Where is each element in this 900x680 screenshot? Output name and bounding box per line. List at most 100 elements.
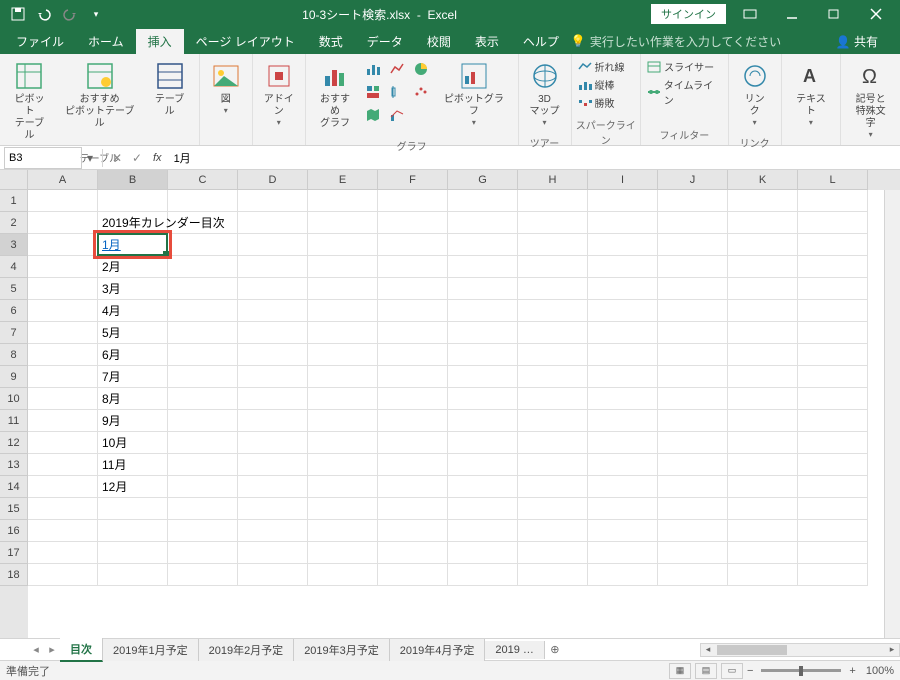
vertical-scrollbar[interactable] — [884, 190, 900, 638]
cell-b14[interactable]: 12月 — [98, 476, 168, 498]
sheet-tab[interactable]: 2019年3月予定 — [294, 639, 390, 661]
row-header[interactable]: 7 — [0, 322, 28, 344]
timeline-button[interactable]: タイムライン — [647, 76, 722, 108]
column-header[interactable]: E — [308, 170, 378, 190]
row-header[interactable]: 9 — [0, 366, 28, 388]
fx-icon[interactable]: fx — [147, 152, 168, 164]
slicer-button[interactable]: スライサー — [647, 58, 722, 75]
tab-help[interactable]: ヘルプ — [511, 29, 571, 54]
column-header[interactable]: L — [798, 170, 868, 190]
row-header[interactable]: 11 — [0, 410, 28, 432]
minimize-icon[interactable] — [774, 0, 810, 28]
tab-data[interactable]: データ — [355, 29, 415, 54]
pivot-table-button[interactable]: ピボット テーブル — [6, 58, 53, 144]
cell-b5[interactable]: 3月 — [98, 278, 168, 300]
view-pagebreak-icon[interactable]: ▭ — [721, 663, 743, 679]
tell-me-search[interactable]: 💡 実行したい作業を入力してください — [571, 33, 781, 50]
row-header[interactable]: 3 — [0, 234, 28, 256]
signin-button[interactable]: サインイン — [651, 4, 726, 24]
sparkline-column-button[interactable]: 縦棒 — [578, 76, 625, 93]
add-sheet-icon[interactable]: ⊕ — [545, 643, 565, 656]
symbols-button[interactable]: Ω 記号と 特殊文字 ▾ — [847, 58, 894, 141]
sheet-tab[interactable]: 2019 … — [485, 641, 545, 659]
column-header[interactable]: G — [448, 170, 518, 190]
statistic-chart-icon[interactable] — [386, 81, 408, 103]
column-header[interactable]: B — [98, 170, 168, 190]
row-header[interactable]: 4 — [0, 256, 28, 278]
zoom-slider[interactable] — [761, 669, 841, 672]
undo-icon[interactable] — [32, 2, 56, 26]
column-header[interactable]: F — [378, 170, 448, 190]
row-header[interactable]: 8 — [0, 344, 28, 366]
name-box-dropdown-icon[interactable]: ▾ — [82, 151, 98, 165]
sheet-tab[interactable]: 2019年1月予定 — [103, 639, 199, 661]
redo-icon[interactable] — [58, 2, 82, 26]
tab-file[interactable]: ファイル — [4, 29, 76, 54]
hierarchy-chart-icon[interactable] — [362, 81, 384, 103]
3d-map-button[interactable]: 3D マップ ▾ — [525, 58, 565, 129]
combo-chart-icon[interactable] — [386, 104, 408, 126]
qat-customize-icon[interactable]: ▾ — [84, 2, 108, 26]
select-all-button[interactable] — [0, 170, 28, 190]
tab-nav-next-icon[interactable]: ▸ — [44, 643, 60, 656]
cell-b10[interactable]: 8月 — [98, 388, 168, 410]
row-header[interactable]: 5 — [0, 278, 28, 300]
sparkline-winloss-button[interactable]: 勝敗 — [578, 94, 625, 111]
row-header[interactable]: 2 — [0, 212, 28, 234]
row-header[interactable]: 17 — [0, 542, 28, 564]
cell-b11[interactable]: 9月 — [98, 410, 168, 432]
formula-input[interactable]: 1月 — [168, 150, 900, 166]
tab-insert[interactable]: 挿入 — [136, 29, 184, 54]
line-chart-icon[interactable] — [386, 58, 408, 80]
sparkline-line-button[interactable]: 折れ線 — [578, 58, 625, 75]
row-header[interactable]: 13 — [0, 454, 28, 476]
map-chart-icon[interactable] — [362, 104, 384, 126]
enter-formula-icon[interactable]: ✓ — [127, 148, 147, 168]
row-header[interactable]: 10 — [0, 388, 28, 410]
column-chart-icon[interactable] — [362, 58, 384, 80]
tab-nav-prev-icon[interactable]: ◂ — [28, 643, 44, 656]
scroll-left-icon[interactable]: ◂ — [701, 644, 715, 655]
horizontal-scrollbar[interactable]: ◂ ▸ — [700, 643, 900, 657]
text-button[interactable]: A テキスト ▾ — [788, 58, 835, 129]
column-header[interactable]: J — [658, 170, 728, 190]
save-icon[interactable] — [6, 2, 30, 26]
row-header[interactable]: 6 — [0, 300, 28, 322]
cell-b12[interactable]: 10月 — [98, 432, 168, 454]
cell-b7[interactable]: 5月 — [98, 322, 168, 344]
pictures-button[interactable]: 図 ▾ — [206, 58, 246, 117]
cell-b9[interactable]: 7月 — [98, 366, 168, 388]
addins-button[interactable]: アドイ ン ▾ — [259, 58, 299, 129]
ribbon-options-icon[interactable] — [732, 0, 768, 28]
column-header[interactable]: C — [168, 170, 238, 190]
scatter-chart-icon[interactable] — [410, 81, 432, 103]
table-button[interactable]: テーブル — [146, 58, 192, 120]
scroll-right-icon[interactable]: ▸ — [885, 644, 899, 655]
view-normal-icon[interactable]: ▦ — [669, 663, 691, 679]
cells-area[interactable]: 2019年カレンダー目次 1月 2月 3月 4月 5月 6月 7月 8月 9月 … — [28, 190, 884, 638]
row-header[interactable]: 16 — [0, 520, 28, 542]
cell-b8[interactable]: 6月 — [98, 344, 168, 366]
row-header[interactable]: 15 — [0, 498, 28, 520]
scroll-thumb[interactable] — [717, 645, 787, 655]
row-header[interactable]: 12 — [0, 432, 28, 454]
sheet-tab-active[interactable]: 目次 — [60, 638, 103, 662]
row-header[interactable]: 1 — [0, 190, 28, 212]
column-header[interactable]: K — [728, 170, 798, 190]
column-header[interactable]: D — [238, 170, 308, 190]
recommended-charts-button[interactable]: おすすめ グラフ — [312, 58, 358, 132]
tab-review[interactable]: 校閲 — [415, 29, 463, 54]
tab-view[interactable]: 表示 — [463, 29, 511, 54]
cell-b2[interactable]: 2019年カレンダー目次 — [98, 212, 168, 234]
cell-b4[interactable]: 2月 — [98, 256, 168, 278]
row-header[interactable]: 14 — [0, 476, 28, 498]
tab-pagelayout[interactable]: ページ レイアウト — [184, 29, 307, 54]
row-header[interactable]: 18 — [0, 564, 28, 586]
recommended-pivot-button[interactable]: おすすめ ピボットテーブル — [57, 58, 142, 132]
cell-b13[interactable]: 11月 — [98, 454, 168, 476]
share-button[interactable]: 👤 共有 — [824, 29, 890, 54]
tab-home[interactable]: ホーム — [76, 29, 136, 54]
link-button[interactable]: リン ク ▾ — [735, 58, 775, 129]
sheet-tab[interactable]: 2019年2月予定 — [199, 639, 295, 661]
cancel-formula-icon[interactable]: ✕ — [107, 148, 127, 168]
